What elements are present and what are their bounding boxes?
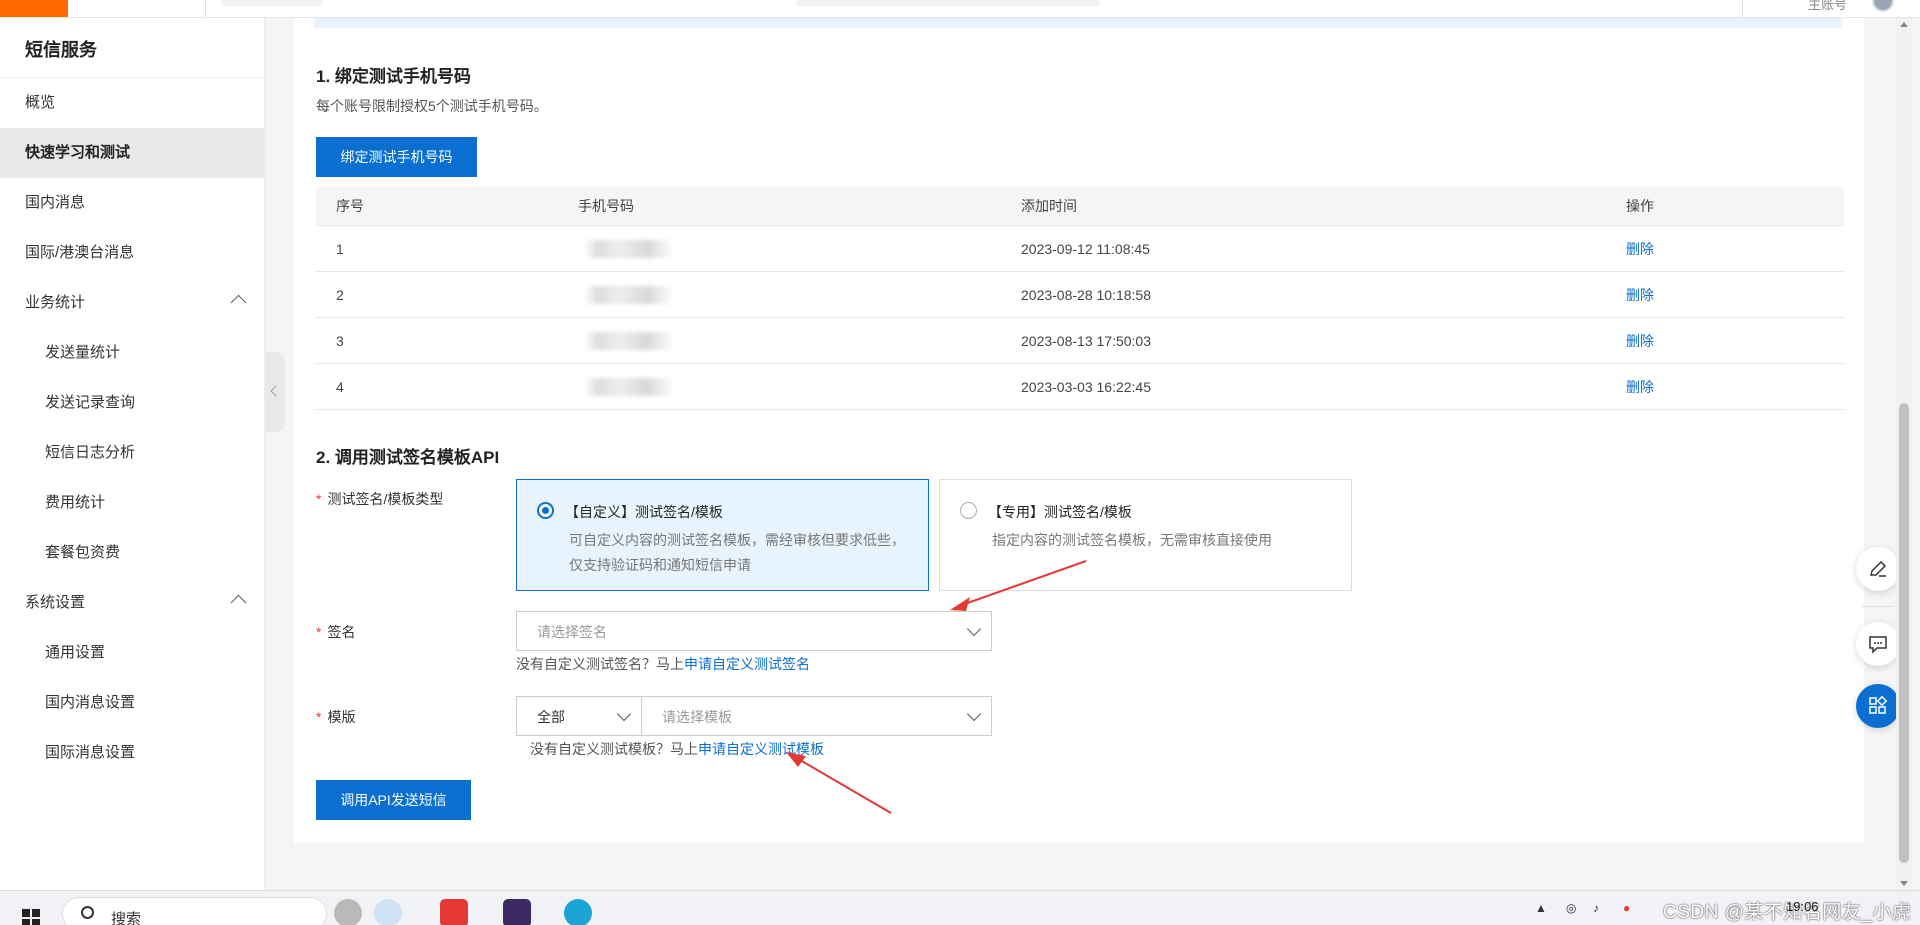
apps-button[interactable] [1856,684,1900,728]
vertical-scrollbar[interactable] [1896,18,1912,890]
taskbar-search-label: 搜索 [111,911,142,925]
chat-button[interactable] [1856,622,1900,666]
apps-grid-icon [1869,695,1888,714]
tray-chevron-icon[interactable]: ▲ [1535,901,1547,915]
annotation-arrow-icon [950,560,1087,611]
scroll-down-icon[interactable] [1900,881,1908,886]
avatar-app-icon[interactable] [334,899,362,925]
qq-icon[interactable]: ● [1623,901,1630,915]
network-icon[interactable]: ◎ [1566,901,1576,915]
taskbar-search[interactable]: 搜索 [62,897,327,925]
chat-bubble-icon [1869,636,1887,654]
os-taskbar: 搜索 ▲ ◎ ♪ ● CSDN @某不知名网友_小虎 19:06 [0,890,1920,925]
pencil-icon [1870,560,1887,577]
edge-browser-icon[interactable] [564,899,592,925]
annotation-arrow-icon [786,752,892,814]
wps-app-icon[interactable] [440,899,468,925]
scroll-thumb[interactable] [1899,403,1909,863]
windows-start-icon[interactable] [22,909,40,925]
taskbar-clock[interactable]: 19:06 [1786,899,1819,914]
volume-icon[interactable]: ♪ [1593,901,1599,915]
annotation-arrows [786,560,1087,814]
magnifier-app-icon[interactable] [374,899,402,925]
divider [1862,606,1894,607]
search-icon [81,906,94,919]
feedback-edit-button[interactable] [1856,547,1900,591]
ide-app-icon[interactable] [503,899,531,925]
scroll-up-icon[interactable] [1900,22,1908,27]
